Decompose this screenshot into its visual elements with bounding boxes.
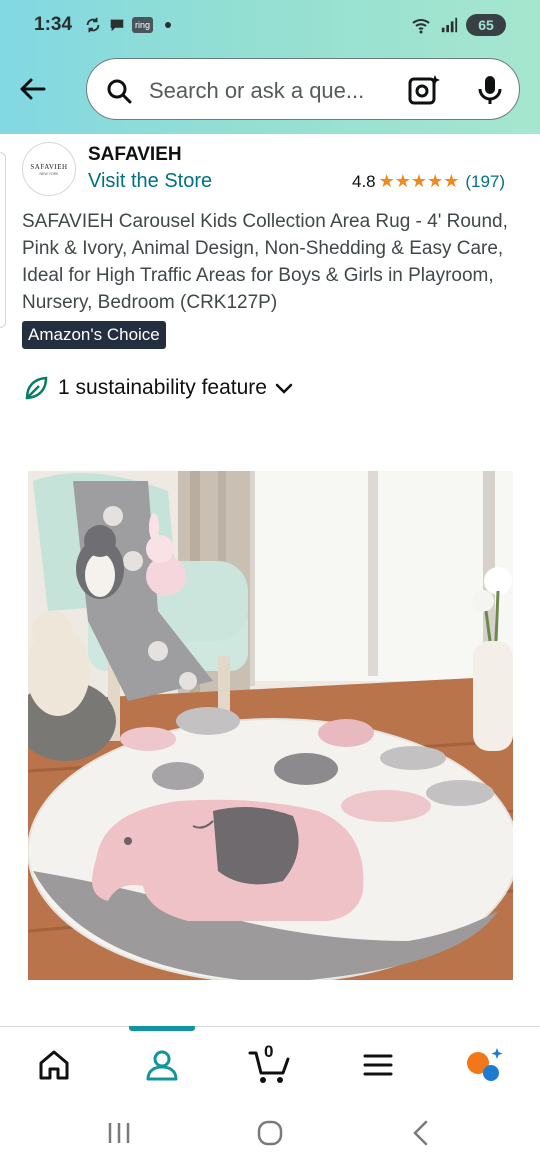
wifi-icon [412,19,430,34]
star-icon: ★ [410,171,428,192]
system-back-icon[interactable] [406,1118,436,1148]
person-icon[interactable] [142,1045,182,1085]
brand-name[interactable]: SAFAVIEH [88,144,182,166]
cart-count: 0 [264,1042,274,1061]
product-page: 1:34 ring 65 Search or ask a que... SAFA… [0,0,540,1170]
chevron-down-icon [275,383,293,394]
system-navigation-bar [0,1098,540,1170]
signal-icon [441,17,458,33]
search-row: Search or ask a que... [0,56,540,122]
brand-logo[interactable]: SAFAVIEH NEW YORK [22,142,76,196]
sustainability-label: 1 sustainability feature [58,376,267,399]
battery-indicator: 65 [466,14,506,36]
app-header: 1:34 ring 65 Search or ask a que... [0,0,540,134]
status-time: 1:34 [34,14,73,35]
ring-app-icon: ring [132,17,154,33]
hamburger-icon[interactable] [358,1045,398,1085]
search-icon [107,79,132,104]
leaf-icon [25,376,48,400]
star-rating: ★ ★ ★ ★ ★ [379,173,460,191]
status-bar: 1:34 ring 65 [0,0,540,52]
rating-count-link[interactable]: (197) [465,172,505,192]
sustainability-dropdown[interactable]: 1 sustainability feature [22,374,295,402]
amazons-choice-badge[interactable]: Amazon's Choice [22,321,166,349]
notification-icons: ring [84,16,172,34]
visit-store-link[interactable]: Visit the Store [88,170,212,193]
star-icon: ★ [394,171,411,192]
microphone-icon[interactable] [473,73,507,107]
home-icon[interactable] [34,1045,74,1085]
star-icon: ★ [427,171,444,192]
cart-button[interactable]: 0 [248,1042,292,1085]
previous-card-edge [0,152,6,328]
ai-assistant-icon[interactable] [464,1045,504,1085]
recent-apps-icon[interactable] [104,1118,134,1148]
more-notifications-dot [165,22,172,28]
star-icon: ★ [378,171,395,192]
back-arrow-icon[interactable] [14,70,52,108]
sync-icon [86,17,100,33]
search-bar[interactable]: Search or ask a que... [86,58,520,120]
chat-bubble-icon [110,19,124,32]
product-title: SAFAVIEH Carousel Kids Collection Area R… [22,211,508,313]
search-input[interactable]: Search or ask a que... [149,78,395,104]
star-icon: ★ [443,171,460,192]
rating-value: 4.8 [352,172,376,191]
product-image[interactable] [28,471,513,980]
bottom-navigation: 0 [0,1026,540,1098]
camera-lens-icon[interactable] [407,73,441,107]
rating-summary[interactable]: 4.8 ★ ★ ★ ★ ★ (197) [352,172,505,192]
active-tab-indicator [129,1026,195,1031]
home-circle-icon[interactable] [255,1118,285,1148]
system-status-icons: 65 [410,14,506,36]
